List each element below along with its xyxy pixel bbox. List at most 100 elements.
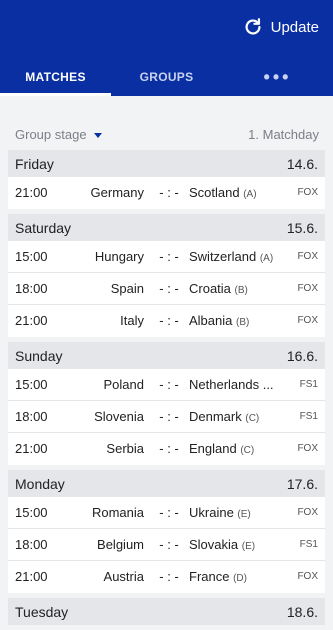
away-team: Albania <box>189 313 233 328</box>
match-time: 18:00 <box>15 281 48 296</box>
match-row[interactable]: 15:00 Hungary - : - FOX Switzerland (A) <box>8 241 325 273</box>
match-row[interactable]: 18:00 Belgium - : - FS1 Slovakia (E) <box>8 529 325 561</box>
stage-filter-bar: Group stage 1. Matchday <box>0 124 333 146</box>
home-team: Poland <box>103 377 144 392</box>
away-team-cell: Croatia (B) <box>189 281 287 296</box>
home-team: Romania <box>91 505 144 520</box>
tv-channel: FS1 <box>299 411 318 422</box>
group-label: (A) <box>259 253 274 264</box>
app-header: Update MATCHES GROUPS ••• <box>0 0 333 96</box>
away-team-cell: Scotland (A) <box>189 185 287 200</box>
stage-dropdown[interactable]: Group stage <box>15 127 102 142</box>
match-time: 21:00 <box>15 569 48 584</box>
away-team-cell: Switzerland (A) <box>189 249 287 264</box>
away-team-cell: Albania (B) <box>189 313 287 328</box>
day-name: Saturday <box>15 219 72 236</box>
tab-groups[interactable]: GROUPS <box>111 58 222 96</box>
group-label: (B) <box>234 285 248 296</box>
more-menu-button[interactable]: ••• <box>222 58 333 96</box>
match-score: - : - <box>159 313 179 328</box>
day-date: 14.6. <box>286 155 318 172</box>
day-section: Saturday 15.6. 15:00 Hungary - : - FOX Switzer… <box>8 214 325 337</box>
match-score: - : - <box>159 441 179 456</box>
group-label: (D) <box>233 573 247 584</box>
update-button[interactable]: Update <box>242 14 319 40</box>
away-team-cell: England (C) <box>189 441 287 456</box>
match-row[interactable]: 15:00 Poland - : - FS1 Netherlands ... <box>8 369 325 401</box>
day-header: Tuesday 18.6. <box>8 598 325 625</box>
match-row[interactable]: 21:00 Serbia - : - FOX England (C) <box>8 433 325 465</box>
away-team: Netherlands ... <box>189 377 274 392</box>
matchday-label: 1. Matchday <box>248 127 319 142</box>
day-section: Sunday 16.6. 15:00 Poland - : - FS1 Netherland… <box>8 342 325 465</box>
match-time: 21:00 <box>15 313 48 328</box>
away-team-cell: Netherlands ... <box>189 377 287 392</box>
day-date: 17.6. <box>286 475 318 492</box>
match-score: - : - <box>159 377 179 392</box>
match-row[interactable]: 15:00 Romania - : - FOX Ukraine (E) <box>8 497 325 529</box>
match-time: 15:00 <box>15 377 48 392</box>
tv-channel: FOX <box>297 251 318 262</box>
group-label: (B) <box>236 317 250 328</box>
tv-channel: FOX <box>297 507 318 518</box>
day-name: Sunday <box>15 347 63 364</box>
home-team: Slovenia <box>94 409 144 424</box>
active-tab-indicator <box>0 93 111 96</box>
away-team-cell: Slovakia (E) <box>189 537 287 552</box>
away-team: Croatia <box>189 281 231 296</box>
match-score: - : - <box>159 281 179 296</box>
tv-channel: FOX <box>297 443 318 454</box>
day-header: Friday 14.6. <box>8 150 325 177</box>
match-row[interactable]: 18:00 Spain - : - FOX Croatia (B) <box>8 273 325 305</box>
day-name: Tuesday <box>15 603 69 620</box>
match-time: 18:00 <box>15 537 48 552</box>
home-team: Germany <box>90 185 144 200</box>
match-score: - : - <box>159 249 179 264</box>
day-header: Monday 17.6. <box>8 470 325 497</box>
tv-channel: FS1 <box>299 379 318 390</box>
tv-channel: FOX <box>297 187 318 198</box>
away-team-cell: Denmark (C) <box>189 409 287 424</box>
tv-channel: FOX <box>297 315 318 326</box>
group-label: (E) <box>237 509 251 520</box>
day-section: Tuesday 18.6. <box>8 598 325 625</box>
away-team-cell: France (D) <box>189 569 287 584</box>
away-team: Switzerland <box>189 249 257 264</box>
group-label: (E) <box>241 541 256 552</box>
day-date: 15.6. <box>286 219 318 236</box>
match-row[interactable]: 18:00 Slovenia - : - FS1 Denmark (C) <box>8 401 325 433</box>
match-score: - : - <box>159 409 179 424</box>
home-team: Belgium <box>97 537 144 552</box>
match-score: - : - <box>159 185 179 200</box>
match-row[interactable]: 21:00 Austria - : - FOX France (D) <box>8 561 325 593</box>
match-list: Friday 14.6. 21:00 Germany - : - FOX Scotland … <box>8 150 325 630</box>
match-time: 21:00 <box>15 185 48 200</box>
group-label: (A) <box>243 189 257 200</box>
tab-bar: MATCHES GROUPS ••• <box>0 58 333 96</box>
away-team: France <box>189 569 230 584</box>
match-row[interactable]: 21:00 Italy - : - FOX Albania (B) <box>8 305 325 337</box>
caret-down-icon <box>93 132 102 138</box>
away-team: Scotland <box>189 185 240 200</box>
day-section: Monday 17.6. 15:00 Romania - : - FOX Ukraine (… <box>8 470 325 593</box>
away-team: Denmark <box>189 409 242 424</box>
tab-matches[interactable]: MATCHES <box>0 58 111 96</box>
match-score: - : - <box>159 569 179 584</box>
home-team: Serbia <box>106 441 144 456</box>
day-section: Friday 14.6. 21:00 Germany - : - FOX Scotland … <box>8 150 325 209</box>
tv-channel: FOX <box>297 283 318 294</box>
home-team: Hungary <box>94 249 144 264</box>
match-time: 15:00 <box>15 249 48 264</box>
day-date: 18.6. <box>286 603 318 620</box>
away-team-cell: Ukraine (E) <box>189 505 287 520</box>
match-time: 15:00 <box>15 505 48 520</box>
day-header: Saturday 15.6. <box>8 214 325 241</box>
day-date: 16.6. <box>286 347 318 364</box>
day-header: Sunday 16.6. <box>8 342 325 369</box>
refresh-icon <box>245 18 261 35</box>
match-row[interactable]: 21:00 Germany - : - FOX Scotland (A) <box>8 177 325 209</box>
group-label: (C) <box>240 445 255 456</box>
home-team: Italy <box>120 313 144 328</box>
tv-channel: FOX <box>297 571 318 582</box>
stage-dropdown-label: Group stage <box>15 127 87 142</box>
